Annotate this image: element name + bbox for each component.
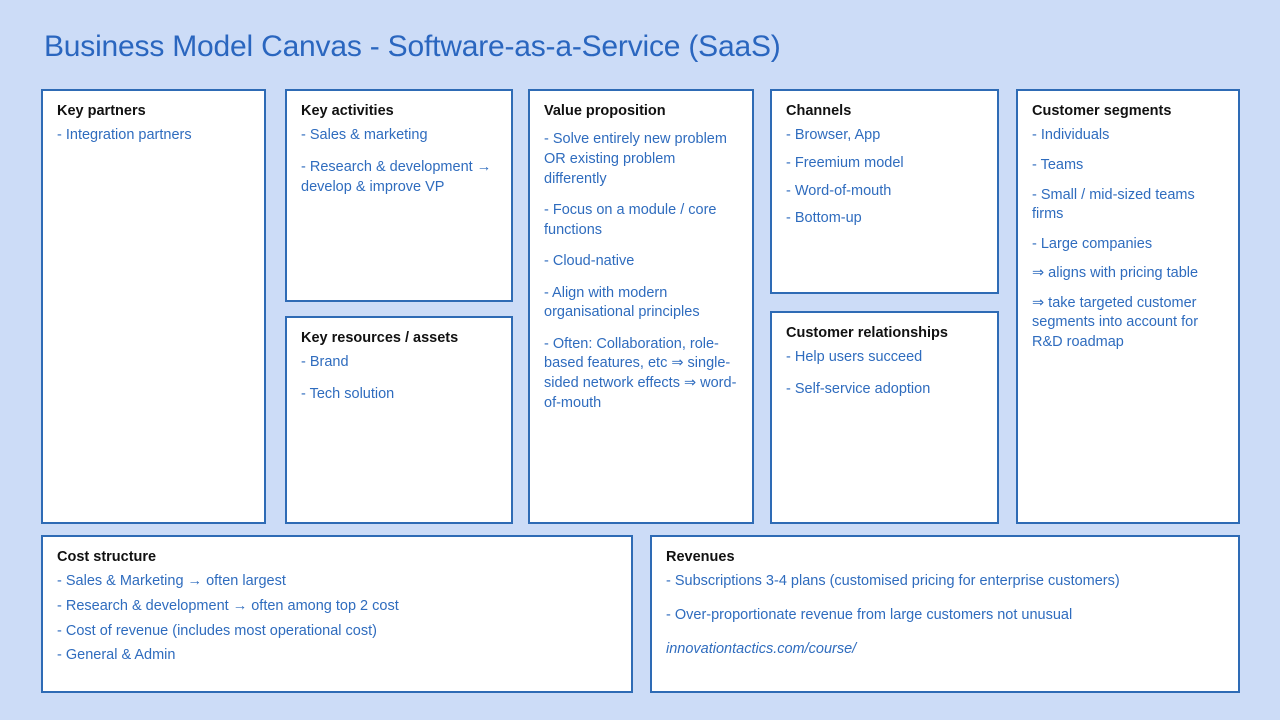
list-item: - Small / mid-sized teams firms [1032, 186, 1195, 223]
list-item: - Browser, App [786, 127, 881, 144]
block-revenues[interactable]: Revenues - Subscriptions 3-4 plans (cust… [650, 535, 1240, 693]
list-item: - Focus on a module / core functions [544, 202, 717, 238]
block-key-resources[interactable]: Key resources / assets - Brand - Tech so… [285, 316, 513, 524]
block-customer-segments[interactable]: Customer segments - Individuals - Teams … [1016, 89, 1240, 524]
block-channels[interactable]: Channels - Browser, App - Freemium model… [770, 89, 999, 294]
block-lines-key-partners: - Integration partners [57, 126, 250, 146]
block-title-key-resources: Key resources / assets [301, 330, 459, 346]
list-item: - Sales & marketing [301, 127, 428, 144]
list-item: - Bottom-up [786, 210, 862, 227]
block-title-customer-relationships: Customer relationships [786, 325, 948, 341]
list-item: - Research & development → develop & imp… [301, 158, 492, 195]
block-key-activities[interactable]: Key activities - Sales & marketing - Res… [285, 89, 513, 302]
list-item: - Over-proportionate revenue from large … [666, 606, 1073, 623]
block-title-customer-segments: Customer segments [1032, 103, 1172, 119]
business-model-canvas: Business Model Canvas - Software-as-a-Se… [0, 0, 1280, 720]
block-lines-customer-relationships: - Help users succeed - Self-service adop… [786, 348, 983, 399]
block-title-value-proposition: Value proposition [544, 103, 666, 119]
block-customer-relationships[interactable]: Customer relationships - Help users succ… [770, 311, 999, 524]
list-item: - Self-service adoption [786, 380, 931, 397]
block-lines-key-activities: - Sales & marketing - Research & develop… [301, 126, 497, 197]
list-item: ⇒ take targeted customer segments into a… [1032, 294, 1199, 350]
list-item: - Align with modern organisational princ… [544, 284, 700, 321]
list-item: - Word-of-mouth [786, 182, 892, 199]
list-item: - Tech solution [301, 385, 395, 402]
list-item: - Research & development → often among t… [57, 597, 399, 614]
list-item: - Often: Collaboration, role-based featu… [544, 335, 737, 411]
block-lines-cost-structure: - Sales & Marketing → often largest - Re… [57, 572, 617, 665]
list-item: - Integration partners [57, 127, 192, 144]
page-title: Business Model Canvas - Software-as-a-Se… [44, 30, 781, 63]
list-item: - Cost of revenue (includes most operati… [57, 622, 377, 639]
block-lines-value-proposition: - Solve entirely new problem OR existing… [544, 130, 738, 413]
source-link[interactable]: innovationtactics.com/course/ [666, 640, 1224, 660]
list-item: - Brand [301, 354, 349, 371]
list-item: - Freemium model [786, 154, 904, 171]
list-item: ⇒ aligns with pricing table [1032, 265, 1199, 282]
list-item: - Subscriptions 3-4 plans (customised pr… [666, 573, 1120, 590]
block-lines-channels: - Browser, App - Freemium model - Word-o… [786, 126, 983, 228]
block-cost-structure[interactable]: Cost structure - Sales & Marketing → oft… [41, 535, 633, 693]
list-item: - Large companies [1032, 235, 1153, 252]
block-title-key-partners: Key partners [57, 103, 146, 119]
list-item: - General & Admin [57, 647, 176, 664]
list-item: - Cloud-native [544, 253, 635, 270]
block-lines-revenues: - Subscriptions 3-4 plans (customised pr… [666, 572, 1224, 659]
block-title-cost-structure: Cost structure [57, 549, 157, 565]
block-title-channels: Channels [786, 103, 852, 119]
block-key-partners[interactable]: Key partners - Integration partners [41, 89, 266, 524]
block-lines-key-resources: - Brand - Tech solution [301, 353, 497, 404]
list-item: - Individuals [1032, 127, 1110, 144]
block-title-revenues: Revenues [666, 549, 735, 565]
block-title-key-activities: Key activities [301, 103, 394, 119]
list-item: - Teams [1032, 156, 1084, 173]
block-value-proposition[interactable]: Value proposition - Solve entirely new p… [528, 89, 754, 524]
block-lines-customer-segments: - Individuals - Teams - Small / mid-size… [1032, 126, 1224, 352]
list-item: - Help users succeed [786, 349, 923, 366]
list-item: - Solve entirely new problem OR existing… [544, 131, 727, 187]
list-item: - Sales & Marketing → often largest [57, 573, 286, 590]
